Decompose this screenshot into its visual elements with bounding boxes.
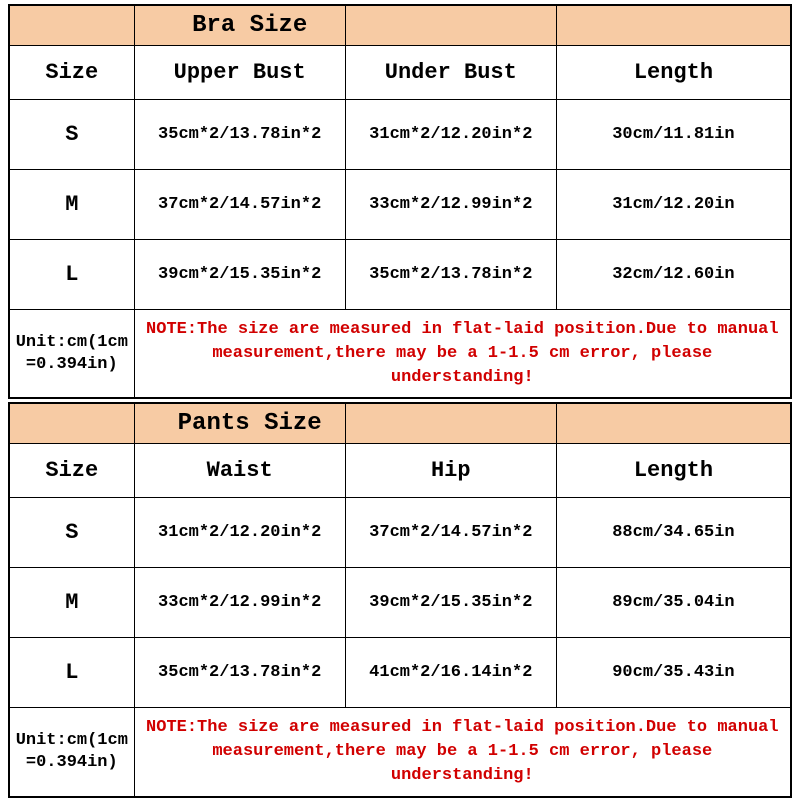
unit-line-1: Unit:cm(1cm — [16, 333, 128, 352]
table-row: S 31cm*2/12.20in*2 37cm*2/14.57in*2 88cm… — [9, 498, 791, 568]
data-cell: 31cm/12.20in — [556, 170, 791, 240]
size-label: L — [9, 638, 134, 708]
data-cell: 30cm/11.81in — [556, 100, 791, 170]
header-blank — [9, 5, 134, 46]
pants-size-table: Pants Size Size Waist Hip Length S 31cm*… — [8, 402, 792, 797]
unit-cell: Unit:cm(1cm =0.394in) — [9, 708, 134, 797]
size-label: M — [9, 170, 134, 240]
data-cell: 89cm/35.04in — [556, 568, 791, 638]
unit-line-1: Unit:cm(1cm — [16, 731, 128, 750]
table-row: L 35cm*2/13.78in*2 41cm*2/16.14in*2 90cm… — [9, 638, 791, 708]
size-label: S — [9, 498, 134, 568]
header-blank — [556, 403, 791, 444]
size-label: M — [9, 568, 134, 638]
data-cell: 39cm*2/15.35in*2 — [345, 568, 556, 638]
bra-size-table: Bra Size Size Upper Bust Under Bust Leng… — [8, 4, 792, 399]
table-row: M 33cm*2/12.99in*2 39cm*2/15.35in*2 89cm… — [9, 568, 791, 638]
data-cell: 37cm*2/14.57in*2 — [345, 498, 556, 568]
table-row: S 35cm*2/13.78in*2 31cm*2/12.20in*2 30cm… — [9, 100, 791, 170]
data-cell: 33cm*2/12.99in*2 — [345, 170, 556, 240]
table-title: Bra Size — [134, 5, 345, 46]
size-label: S — [9, 100, 134, 170]
header-blank — [9, 403, 134, 444]
col-header-waist: Waist — [134, 444, 345, 498]
data-cell: 41cm*2/16.14in*2 — [345, 638, 556, 708]
header-blank — [345, 403, 556, 444]
data-cell: 88cm/34.65in — [556, 498, 791, 568]
unit-line-2: =0.394in) — [26, 355, 118, 374]
table-title: Pants Size — [134, 403, 345, 444]
header-blank — [556, 5, 791, 46]
column-header-row: Size Upper Bust Under Bust Length — [9, 46, 791, 100]
unit-cell: Unit:cm(1cm =0.394in) — [9, 310, 134, 399]
col-header-size: Size — [9, 46, 134, 100]
table-row: L 39cm*2/15.35in*2 35cm*2/13.78in*2 32cm… — [9, 240, 791, 310]
column-header-row: Size Waist Hip Length — [9, 444, 791, 498]
data-cell: 35cm*2/13.78in*2 — [134, 100, 345, 170]
data-cell: 90cm/35.43in — [556, 638, 791, 708]
col-header-hip: Hip — [345, 444, 556, 498]
data-cell: 35cm*2/13.78in*2 — [134, 638, 345, 708]
note-cell: NOTE:The size are measured in flat-laid … — [134, 708, 791, 797]
data-cell: 33cm*2/12.99in*2 — [134, 568, 345, 638]
data-cell: 35cm*2/13.78in*2 — [345, 240, 556, 310]
table-header-row: Bra Size — [9, 5, 791, 46]
col-header-under-bust: Under Bust — [345, 46, 556, 100]
note-row: Unit:cm(1cm =0.394in) NOTE:The size are … — [9, 310, 791, 399]
col-header-size: Size — [9, 444, 134, 498]
data-cell: 31cm*2/12.20in*2 — [134, 498, 345, 568]
table-row: M 37cm*2/14.57in*2 33cm*2/12.99in*2 31cm… — [9, 170, 791, 240]
col-header-length: Length — [556, 46, 791, 100]
note-cell: NOTE:The size are measured in flat-laid … — [134, 310, 791, 399]
note-row: Unit:cm(1cm =0.394in) NOTE:The size are … — [9, 708, 791, 797]
unit-line-2: =0.394in) — [26, 753, 118, 772]
data-cell: 32cm/12.60in — [556, 240, 791, 310]
col-header-upper-bust: Upper Bust — [134, 46, 345, 100]
header-blank — [345, 5, 556, 46]
data-cell: 37cm*2/14.57in*2 — [134, 170, 345, 240]
data-cell: 31cm*2/12.20in*2 — [345, 100, 556, 170]
data-cell: 39cm*2/15.35in*2 — [134, 240, 345, 310]
table-header-row: Pants Size — [9, 403, 791, 444]
col-header-length: Length — [556, 444, 791, 498]
size-label: L — [9, 240, 134, 310]
